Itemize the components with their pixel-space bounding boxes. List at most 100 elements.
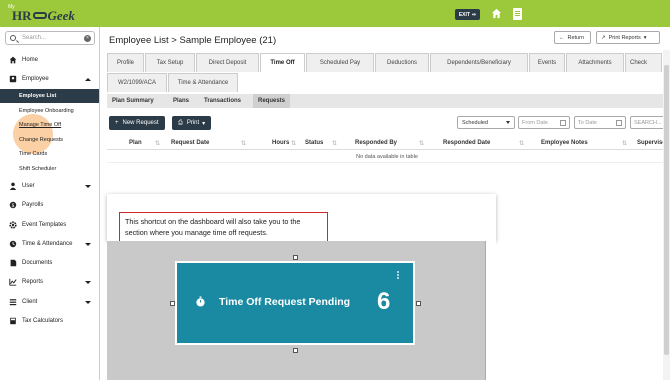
subtab-plans[interactable]: Plans: [173, 94, 189, 108]
sidebar: Search... × Home Employee Employee List …: [0, 27, 100, 380]
column-header-plan[interactable]: Plan: [129, 140, 142, 146]
sidebar-item-label: Event Templates: [22, 222, 67, 228]
sidebar-item-user[interactable]: User: [0, 179, 99, 193]
to-date-input[interactable]: To Date: [574, 116, 626, 129]
tab-attachments[interactable]: Attachments: [566, 53, 624, 72]
print-reports-button[interactable]: ↗ Print Reports ▾: [596, 31, 660, 44]
tab-events[interactable]: Events: [529, 53, 565, 72]
column-header-employee-notes[interactable]: Employee Notes: [541, 140, 588, 146]
sidebar-item-payrolls[interactable]: $ Payrolls: [0, 198, 99, 212]
sidebar-subitem-shift-scheduler[interactable]: Shift Scheduler: [0, 162, 99, 176]
subtab-transactions[interactable]: Transactions: [204, 94, 241, 108]
sidebar-item-reports[interactable]: Reports: [0, 275, 99, 289]
caret-down-icon: [85, 280, 91, 284]
calendar-icon: [560, 120, 566, 126]
employee-icon: [9, 75, 17, 83]
sort-icon[interactable]: ⇅: [291, 140, 296, 147]
table-empty-message: No data available in table: [107, 151, 667, 163]
sidebar-item-time-attendance[interactable]: Time & Attendance: [0, 237, 99, 251]
widget-menu-icon[interactable]: [397, 271, 399, 279]
user-icon: [9, 182, 17, 190]
sort-icon[interactable]: ⇅: [419, 140, 424, 147]
table-search-input[interactable]: SEARCH...: [630, 116, 665, 129]
subtab-label: Transactions: [204, 98, 242, 104]
document-icon[interactable]: [513, 8, 522, 20]
sidebar-item-label: Reports: [22, 279, 44, 285]
to-date-placeholder: To Date: [578, 119, 597, 126]
new-request-button[interactable]: + New Request: [109, 116, 165, 130]
tab-time-off[interactable]: Time Off: [260, 53, 305, 72]
column-header-status[interactable]: Status: [305, 140, 323, 146]
payrolls-icon: $: [9, 201, 17, 209]
sidebar-item-client[interactable]: Client: [0, 295, 99, 309]
tab-dependents-beneficiary[interactable]: Dependents/Beneficiary: [430, 53, 528, 72]
tab-time-attendance[interactable]: Time & Attendance: [168, 73, 238, 92]
myhrgeek-logo[interactable]: My HR Geek: [6, 3, 75, 24]
resize-handle-left[interactable]: [170, 301, 175, 306]
caret-up-icon: [85, 77, 91, 81]
printer-icon: ⎙: [178, 119, 183, 126]
status-filter-select[interactable]: Scheduled: [457, 116, 515, 129]
tab-scheduled-pay[interactable]: Scheduled Pay: [306, 53, 374, 72]
column-header-responded-date[interactable]: Responded Date: [443, 140, 490, 146]
return-button[interactable]: ← Return: [554, 31, 591, 44]
subtab-plan-summary[interactable]: Plan Summary: [112, 94, 154, 108]
search-placeholder: Search...: [22, 35, 47, 41]
sort-icon[interactable]: ⇅: [241, 140, 246, 147]
tab-tax-setup[interactable]: Tax Setup: [145, 53, 195, 72]
widget-label: Time Off Request Pending: [219, 296, 351, 308]
arrow-left-icon: ←: [559, 34, 565, 41]
resize-handle-top[interactable]: [293, 255, 298, 260]
sidebar-item-label: Time & Attendance: [22, 241, 73, 247]
sidebar-item-documents[interactable]: Documents: [0, 256, 99, 270]
tab-label: Scheduled Pay: [319, 60, 361, 66]
tab-check[interactable]: Check: [625, 53, 662, 72]
employee-tabs-row-2: W2/1099/ACA Time & Attendance: [107, 73, 239, 92]
column-header-responded-by[interactable]: Responded By: [355, 140, 397, 146]
sidebar-subitem-employee-list[interactable]: Employee List: [0, 89, 99, 103]
chevron-down-icon: ▾: [202, 120, 206, 127]
sort-icon[interactable]: ⇅: [155, 140, 160, 147]
sidebar-item-event-templates[interactable]: Event Templates: [0, 218, 99, 232]
subitem-label: Change Requests: [19, 137, 64, 143]
from-date-input[interactable]: From Date: [518, 116, 570, 129]
tab-label: Direct Deposit: [208, 60, 247, 66]
calendar-icon: [616, 120, 622, 126]
tab-label: Dependents/Beneficiary: [447, 60, 511, 66]
subitem-label: Employee List: [19, 93, 57, 99]
sidebar-item-tax-calculators[interactable]: Tax Calculators: [0, 314, 99, 328]
home-icon: [9, 56, 17, 64]
tab-deductions[interactable]: Deductions: [375, 53, 429, 72]
tab-profile[interactable]: Profile: [107, 53, 144, 72]
sidebar-subitem-employee-onboarding[interactable]: Employee Onboarding: [0, 104, 99, 118]
tab-label: W2/1099/ACA: [117, 80, 157, 86]
column-header-hours[interactable]: Hours: [272, 140, 289, 146]
subitem-label: Employee Onboarding: [19, 108, 74, 114]
document-icon: [9, 259, 17, 267]
sidebar-item-employee[interactable]: Employee: [0, 72, 99, 86]
print-reports-label: Print Reports: [608, 34, 641, 41]
resize-handle-bottom[interactable]: [293, 348, 298, 353]
home-icon[interactable]: [491, 8, 502, 19]
subtab-label: Plan Summary: [112, 98, 154, 104]
sidebar-search-input[interactable]: Search... ×: [5, 31, 95, 45]
tab-direct-deposit[interactable]: Direct Deposit: [196, 53, 259, 72]
sort-icon[interactable]: ⇅: [332, 140, 337, 147]
sidebar-subitem-change-requests[interactable]: Change Requests: [0, 133, 99, 147]
page-scrollbar-thumb[interactable]: [664, 65, 669, 355]
tab-w2-1099-aca[interactable]: W2/1099/ACA: [107, 73, 167, 92]
from-date-placeholder: From Date: [522, 119, 548, 126]
sidebar-item-home[interactable]: Home: [0, 53, 99, 67]
column-header-request-date[interactable]: Request Date: [171, 140, 209, 146]
sidebar-subitem-manage-time-off[interactable]: Manage Time Off: [0, 118, 99, 132]
exit-button[interactable]: EXIT ⇨: [455, 9, 480, 20]
sidebar-item-label: Tax Calculators: [22, 318, 64, 324]
clear-search-icon[interactable]: ×: [84, 35, 91, 42]
print-button[interactable]: ⎙ Print ▾: [172, 116, 212, 130]
subitem-label: Time Cards: [19, 151, 48, 157]
sort-icon[interactable]: ⇅: [519, 140, 524, 147]
sort-icon[interactable]: ⇅: [622, 140, 627, 147]
resize-handle-right[interactable]: [416, 301, 421, 306]
subtab-requests[interactable]: Requests: [253, 94, 291, 108]
sidebar-subitem-time-cards[interactable]: Time Cards: [0, 147, 99, 161]
